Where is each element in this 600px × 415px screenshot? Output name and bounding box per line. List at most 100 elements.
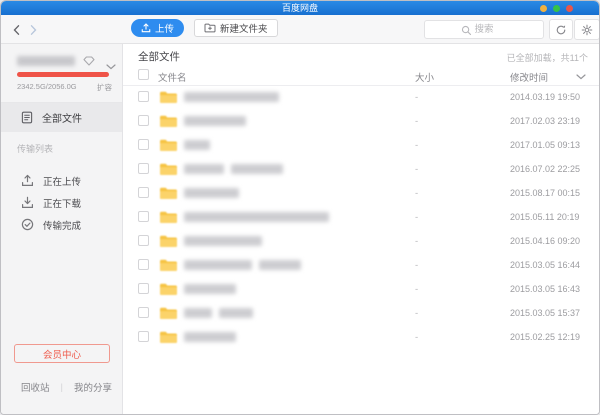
expand-storage-link[interactable]: 扩容 [97,82,112,93]
folder-icon [159,282,177,301]
table-row[interactable]: - 2015.02.25 12:19 [123,325,599,349]
recycle-bin-link[interactable]: 回收站 [21,380,50,394]
row-mtime: 2015.02.25 12:19 [510,332,581,342]
row-name-redacted [184,164,283,174]
settings-button[interactable] [574,19,599,40]
sidebar-item-uploading[interactable]: 正在上传 [1,170,122,191]
search-input[interactable] [424,20,544,39]
file-rows: - 2014.03.19 19:50 - 2017.02.03 23:19 - … [123,85,599,349]
sidebar-item-downloading[interactable]: 正在下载 [1,192,122,213]
my-shares-link[interactable]: 我的分享 [74,380,112,394]
window-title: 百度网盘 [281,3,318,13]
back-button[interactable] [11,23,25,37]
row-checkbox[interactable] [138,283,149,294]
upload-button[interactable]: 上传 [131,19,185,37]
row-name-redacted [184,188,239,198]
column-header-size[interactable]: 大小 [415,70,434,84]
username-redacted [17,56,75,66]
minimize-button[interactable] [540,5,547,12]
storage-quota-text: 2342.5G/2056.0G [17,82,77,91]
row-name-redacted [184,284,236,294]
search-box [424,19,544,39]
row-name-redacted [184,260,301,270]
member-center-button[interactable]: 会员中心 [14,344,110,363]
row-name-redacted [184,212,329,222]
title-bar: 百度网盘 [1,1,599,15]
folder-icon [159,330,177,349]
download-tray-icon [21,196,34,209]
folder-icon [159,138,177,157]
row-size: - [415,236,419,247]
select-all-checkbox[interactable] [138,69,149,80]
table-row[interactable]: - 2015.08.17 00:15 [123,181,599,205]
storage-progress-bar [17,72,109,77]
row-mtime: 2015.08.17 00:15 [510,188,581,198]
table-row[interactable]: - 2015.04.16 09:20 [123,229,599,253]
column-header-name[interactable]: 文件名 [158,70,187,84]
row-checkbox[interactable] [138,91,149,102]
row-checkbox[interactable] [138,187,149,198]
sidebar-item-label: 全部文件 [42,114,82,125]
folder-icon [159,234,177,253]
vip-badge-icon [83,56,95,66]
row-name-redacted [184,92,279,102]
row-checkbox[interactable] [138,307,149,318]
sidebar-item-all-files[interactable]: 全部文件 [1,103,122,132]
forward-button[interactable] [27,23,41,37]
row-size: - [415,188,419,199]
table-row[interactable]: - 2015.03.05 16:44 [123,253,599,277]
table-row[interactable]: - 2017.01.05 09:13 [123,133,599,157]
table-row[interactable]: - 2015.03.05 15:37 [123,301,599,325]
toolbar: 上传 新建文件夹 [1,15,599,44]
table-row[interactable]: - 2015.05.11 20:19 [123,205,599,229]
column-header-mtime[interactable]: 修改时间 [510,70,548,84]
row-checkbox[interactable] [138,139,149,150]
row-name-redacted [184,332,236,342]
upload-tray-icon [21,174,34,187]
row-mtime: 2015.03.05 16:43 [510,284,581,294]
close-button[interactable] [566,5,573,12]
sidebar-item-label: 正在下载 [43,198,82,210]
sidebar-item-transfer-complete[interactable]: 传输完成 [1,214,122,235]
row-checkbox[interactable] [138,115,149,126]
upload-button-label: 上传 [155,24,175,35]
row-checkbox[interactable] [138,259,149,270]
new-folder-button[interactable]: 新建文件夹 [194,19,278,37]
row-name-redacted [184,116,246,126]
sidebar-item-label: 正在上传 [43,176,82,188]
file-list-panel: 全部文件 已全部加载，共11个 文件名 大小 修改时间 - 2014.03.19… [123,44,599,414]
refresh-button[interactable] [549,19,573,40]
gear-icon [581,24,593,35]
table-row[interactable]: - 2016.07.02 22:25 [123,157,599,181]
maximize-button[interactable] [553,5,560,12]
table-row[interactable]: - 2014.03.19 19:50 [123,85,599,109]
table-row[interactable]: - 2017.02.03 23:19 [123,109,599,133]
row-checkbox[interactable] [138,331,149,342]
sidebar-item-label: 传输完成 [43,220,82,232]
row-name-redacted [184,236,262,246]
chevron-right-icon [30,25,37,35]
folder-icon [159,306,177,325]
row-name-redacted [184,308,253,318]
file-list-header: 全部文件 已全部加载，共11个 [123,44,599,66]
row-checkbox[interactable] [138,211,149,222]
chevron-left-icon [13,25,20,35]
column-options-chevron-icon[interactable] [576,72,586,83]
row-checkbox[interactable] [138,163,149,174]
row-name-redacted [184,140,210,150]
window-controls [540,5,573,12]
breadcrumb[interactable]: 全部文件 [138,49,180,64]
row-mtime: 2016.07.02 22:25 [510,164,581,174]
load-status: 已全部加载，共11个 [506,53,588,63]
table-row[interactable]: - 2015.03.05 16:43 [123,277,599,301]
refresh-icon [556,24,566,34]
row-size: - [415,92,419,103]
user-account[interactable] [17,54,114,68]
transfer-section-label: 传输列表 [17,144,54,154]
row-mtime: 2017.01.05 09:13 [510,140,581,150]
document-icon [21,111,33,124]
table-header: 文件名 大小 修改时间 [123,66,599,86]
row-size: - [415,260,419,271]
folder-icon [159,162,177,181]
row-checkbox[interactable] [138,235,149,246]
